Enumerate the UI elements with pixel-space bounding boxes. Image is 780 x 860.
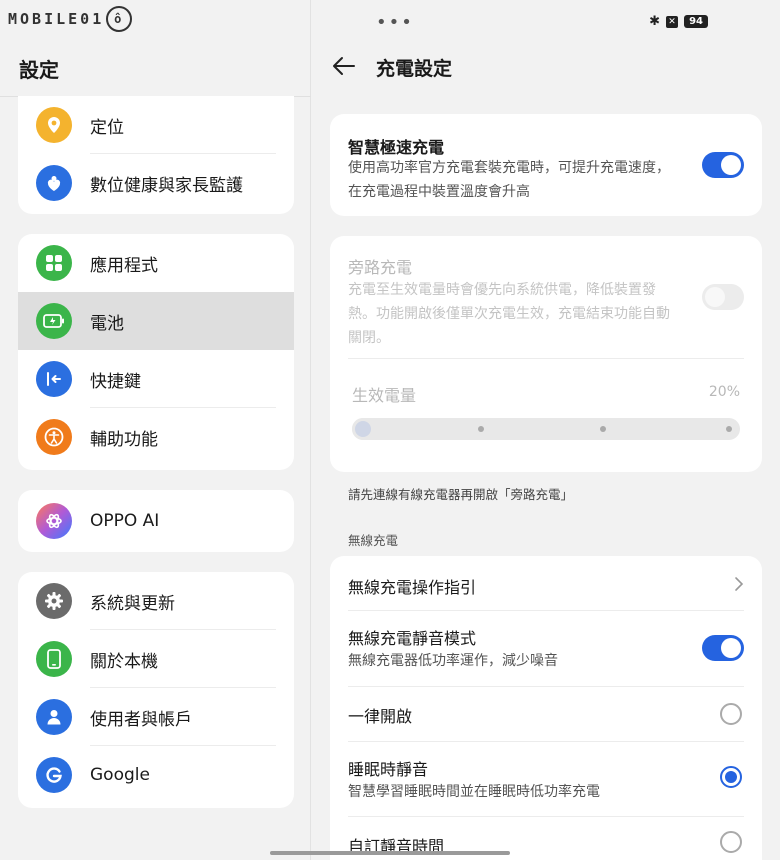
wireless-silent-title: 無線充電靜音模式: [348, 629, 477, 648]
settings-sidebar: MOBILE01 ô 設定 定位 數位健康與家長監護 應用程式 電池 快捷鍵 輔…: [0, 0, 311, 860]
slider-step-dot: [726, 426, 732, 432]
slider-step-dot: [478, 426, 484, 432]
wireless-silent-desc: 無線充電器低功率運作，減少噪音: [348, 653, 558, 669]
sidebar-item-shortcuts[interactable]: 快捷鍵: [18, 350, 294, 408]
watermark-logo: MOBILE01 ô: [8, 6, 133, 32]
sidebar-group-apps: 應用程式 電池 快捷鍵 輔助功能: [18, 234, 294, 470]
sidebar-item-users-accounts[interactable]: 使用者與帳戶: [18, 688, 294, 746]
sidebar-item-label: 數位健康與家長監護: [90, 175, 243, 196]
accessibility-icon: [36, 419, 72, 455]
sidebar-item-location[interactable]: 定位: [18, 96, 294, 154]
status-bar: ✱ ✕ 94: [649, 14, 708, 29]
effective-level-value: 20%: [708, 384, 740, 400]
ai-icon: [36, 503, 72, 539]
multitask-dots-icon[interactable]: •••: [376, 12, 414, 33]
slider-step-dot: [600, 426, 606, 432]
sidebar-item-label: 定位: [90, 117, 124, 138]
effective-level-label: 生效電量: [352, 386, 417, 405]
slider-thumb[interactable]: [352, 418, 374, 440]
shortcut-icon: [36, 361, 72, 397]
wireless-guide-label: 無線充電操作指引: [348, 578, 477, 597]
phone-icon: [36, 641, 72, 677]
battery-icon: [36, 303, 72, 339]
sidebar-item-digital-wellbeing[interactable]: 數位健康與家長監護: [18, 154, 294, 212]
sidebar-group-system: 系統與更新 關於本機 使用者與帳戶 Google: [18, 572, 294, 808]
back-arrow-icon[interactable]: [330, 52, 358, 80]
sidebar-item-label: OPPO AI: [90, 511, 160, 531]
sidebar-item-label: 輔助功能: [90, 429, 158, 450]
sidebar-item-label: 使用者與帳戶: [90, 709, 192, 730]
wireless-guide-row[interactable]: 無線充電操作指引: [330, 556, 762, 610]
no-sim-icon: ✕: [666, 15, 679, 28]
smart-charge-toggle[interactable]: [702, 152, 744, 178]
wireless-silent-toggle[interactable]: [702, 635, 744, 661]
sidebar-title: 設定: [19, 58, 59, 82]
battery-level: 94: [684, 15, 708, 28]
sidebar-item-label: 系統與更新: [90, 593, 175, 614]
sidebar-item-battery[interactable]: 電池: [18, 292, 294, 350]
location-icon: [36, 107, 72, 143]
sidebar-item-accessibility[interactable]: 輔助功能: [18, 408, 294, 466]
google-icon: [36, 757, 72, 793]
sidebar-item-apps[interactable]: 應用程式: [18, 234, 294, 292]
page-title: 充電設定: [376, 58, 453, 80]
sidebar-item-system-update[interactable]: 系統與更新: [18, 572, 294, 630]
sidebar-item-google[interactable]: Google: [18, 746, 294, 804]
sidebar-item-label: 快捷鍵: [90, 371, 141, 392]
charging-settings-panel: ••• ✱ ✕ 94 充電設定 智慧極速充電 使用高功率官方充電套裝充電時，可提…: [312, 0, 780, 860]
smart-charge-title: 智慧極速充電: [348, 138, 445, 157]
home-indicator[interactable]: [270, 851, 510, 855]
option-label: 睡眠時靜音: [348, 760, 429, 779]
wireless-section-header: 無線充電: [348, 533, 399, 548]
bypass-hint: 請先連線有線充電器再開啟「旁路充電」: [348, 487, 574, 502]
bypass-charge-card: 旁路充電 充電至生效電量時會優先向系統供電，降低裝置發熱。功能開啟後僅單次充電生…: [330, 236, 762, 472]
apps-icon: [36, 245, 72, 281]
smart-charge-card: 智慧極速充電 使用高功率官方充電套裝充電時，可提升充電速度，在充電過程中裝置溫度…: [330, 114, 762, 216]
effective-level-slider[interactable]: [352, 418, 740, 440]
wireless-charge-card: 無線充電操作指引 無線充電靜音模式 無線充電器低功率運作，減少噪音 一律開啟 睡…: [330, 556, 762, 860]
gear-icon: [36, 583, 72, 619]
smart-charge-desc: 使用高功率官方充電套裝充電時，可提升充電速度，在充電過程中裝置溫度會升高: [348, 160, 670, 200]
bypass-charge-toggle[interactable]: [702, 284, 744, 310]
option-desc: 智慧學習睡眠時間並在睡眠時低功率充電: [348, 784, 600, 800]
bluetooth-icon: ✱: [649, 14, 661, 29]
option-always-on[interactable]: 一律開啟: [330, 687, 762, 741]
option-sleep-silent[interactable]: 睡眠時靜音 智慧學習睡眠時間並在睡眠時低功率充電: [330, 742, 762, 816]
sidebar-item-label: 應用程式: [90, 255, 158, 276]
sidebar-item-about-phone[interactable]: 關於本機: [18, 630, 294, 688]
sidebar-group-privacy: 定位 數位健康與家長監護: [18, 96, 294, 214]
heart-icon: [36, 165, 72, 201]
radio-button-selected[interactable]: [720, 766, 742, 788]
radio-button[interactable]: [720, 831, 742, 853]
sidebar-item-label: 關於本機: [90, 651, 158, 672]
sidebar-item-oppo-ai[interactable]: OPPO AI: [18, 490, 294, 552]
user-icon: [36, 699, 72, 735]
watermark-text: MOBILE01: [8, 10, 105, 28]
watermark-face-icon: ô: [106, 6, 133, 32]
sidebar-group-ai: OPPO AI: [18, 490, 294, 552]
radio-button[interactable]: [720, 703, 742, 725]
wireless-silent-row: 無線充電靜音模式 無線充電器低功率運作，減少噪音: [330, 611, 762, 685]
sidebar-item-label: Google: [90, 765, 150, 785]
chevron-right-icon: [735, 577, 744, 591]
option-label: 一律開啟: [348, 707, 413, 726]
bypass-charge-title: 旁路充電: [348, 258, 413, 277]
divider: [348, 358, 744, 359]
sidebar-item-label: 電池: [90, 313, 124, 334]
bypass-charge-desc: 充電至生效電量時會優先向系統供電，降低裝置發熱。功能開啟後僅單次充電生效，充電結…: [348, 282, 670, 346]
